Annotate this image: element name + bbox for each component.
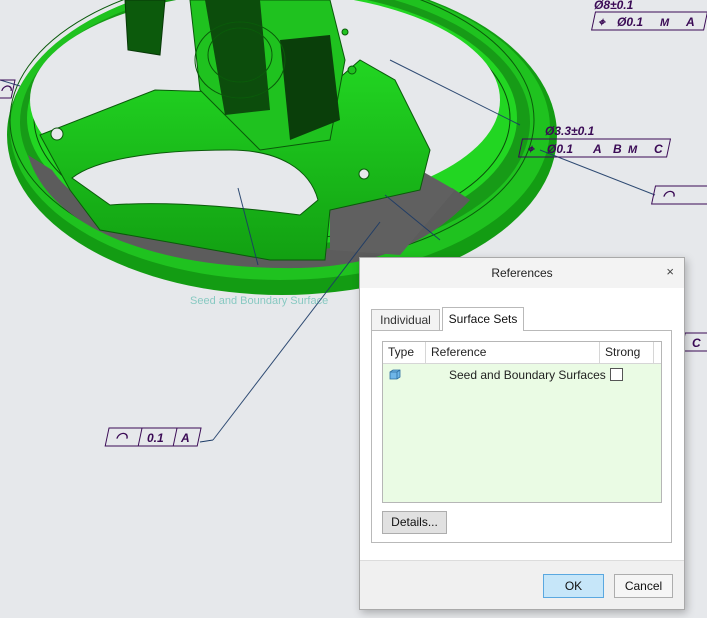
reference-cell: Seed and Boundary Surfaces [449,368,606,382]
references-table: Type Reference Strong Seed and Boundary … [382,341,662,503]
top-tol-text: Ø0.1 [617,15,643,29]
left-profile-datum: A [180,431,190,445]
tab-surface-sets[interactable]: Surface Sets [442,307,524,331]
left-profile-tol: 0.1 [147,431,164,445]
ok-button[interactable]: OK [543,574,604,598]
close-icon[interactable]: × [666,264,674,279]
surface-set-icon [389,369,401,380]
annotation-right-profile: ◠ [651,185,707,205]
dialog-footer: OK Cancel [360,560,684,609]
profile-icon: ◠ [662,187,676,203]
hole-d1-text: A [592,142,602,156]
position-icon: ⌖ [598,15,606,29]
ghost-label: Seed and Boundary Surface [190,295,328,307]
left-profile-icon: ◠ [115,429,129,445]
column-spacer [653,342,661,363]
references-dialog: References × Individual Surface Sets Typ… [359,257,685,610]
hole-tol-text: Ø0.1 [547,142,573,156]
dialog-body: Individual Surface Sets Type Reference S… [360,288,684,609]
top-mod-text: M [660,17,670,29]
hole-d2-text: B [613,142,622,156]
edge-c-text: C [692,336,701,350]
column-reference[interactable]: Reference [425,342,599,363]
annotation-left-edge: ◠ [0,79,16,99]
annotation-edge-c: C [680,332,707,352]
hole-d3-text: C [654,142,663,156]
details-button[interactable]: Details... [382,511,447,534]
top-datum-text: A [685,15,695,29]
column-type[interactable]: Type [383,342,425,363]
dialog-titlebar[interactable]: References × [360,258,684,288]
annotation-top: Ø8±0.1 ⌖ Ø0.1 M A [591,0,707,31]
tab-individual[interactable]: Individual [371,309,440,330]
hole-dia-text: Ø3.3±0.1 [545,124,595,138]
top-dia-text: Ø8±0.1 [594,0,634,12]
table-header: Type Reference Strong [383,342,661,364]
annotation-left-profile: ◠ 0.1 A [104,427,214,447]
cancel-button[interactable]: Cancel [614,574,673,598]
hole-mod-text: M [628,144,638,156]
dialog-title: References [491,266,553,280]
table-row[interactable]: Seed and Boundary Surfaces [383,364,661,386]
column-strong[interactable]: Strong [599,342,653,363]
surface-sets-pane: Type Reference Strong Seed and Boundary … [371,330,672,543]
strong-checkbox[interactable] [610,368,623,381]
svg-text:◠: ◠ [0,82,13,97]
